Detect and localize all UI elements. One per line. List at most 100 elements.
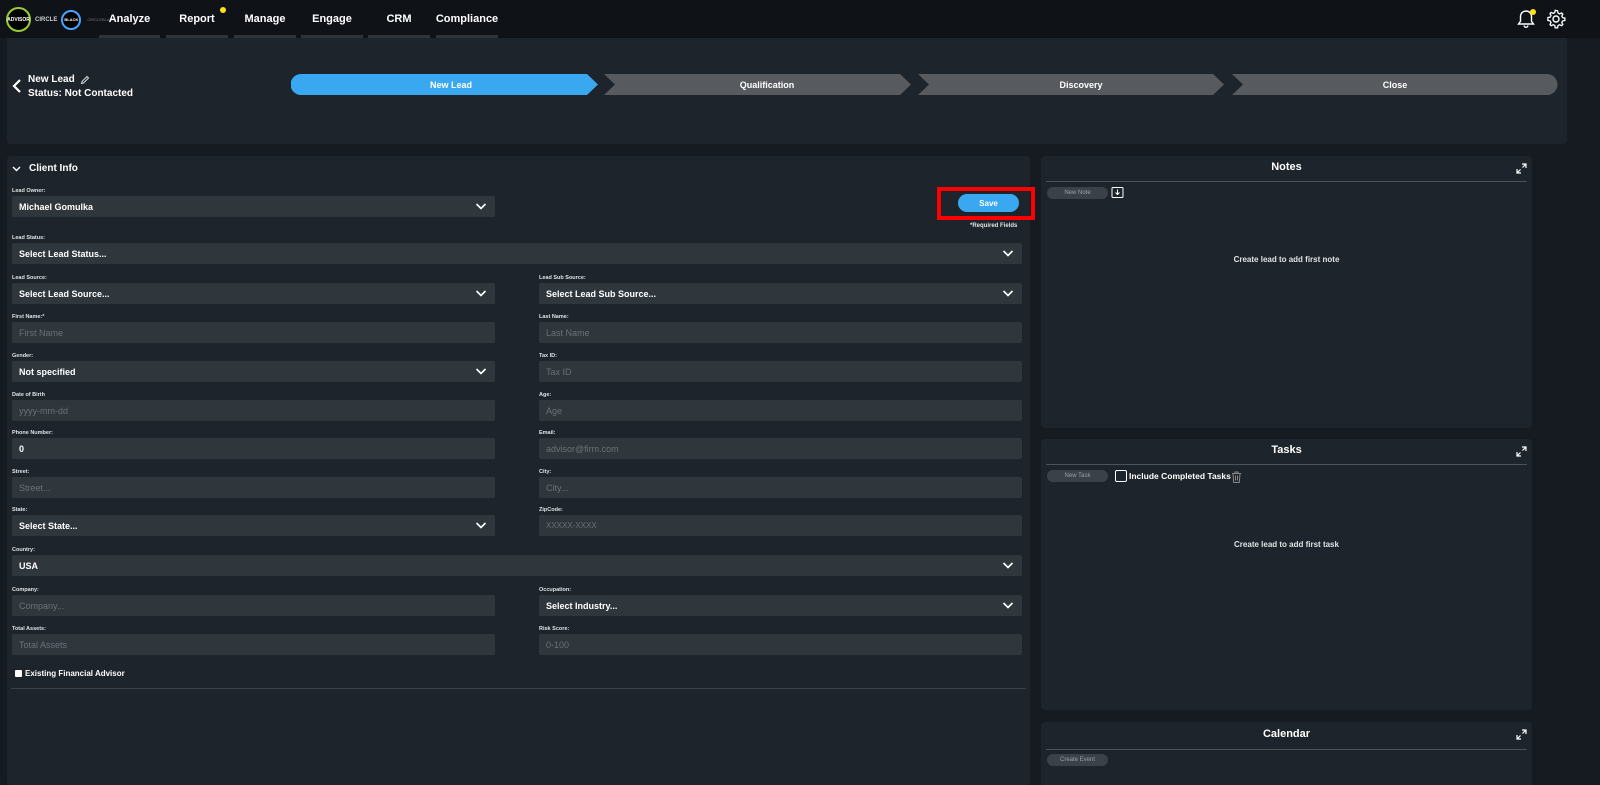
chevron-down-icon [1002, 290, 1014, 297]
lead-source-select[interactable]: Select Lead Source... [12, 283, 495, 304]
chevron-down-icon [475, 522, 487, 529]
import-note-icon[interactable] [1111, 186, 1124, 199]
chevron-down-icon [475, 368, 487, 375]
new-task-button[interactable]: New Task [1047, 470, 1108, 482]
chevron-down-icon [1002, 250, 1014, 257]
phone-label: Phone Number: [12, 430, 53, 436]
street-label: Street: [12, 469, 30, 475]
chevron-down-icon [1002, 602, 1014, 609]
report-notification-dot [220, 7, 226, 13]
lead-sub-source-label: Lead Sub Source: [539, 275, 586, 281]
city-input[interactable]: City... [539, 477, 1022, 498]
advisor-logo-icon: ADVISOR [6, 7, 31, 32]
lead-owner-select[interactable]: Michael Gomulka [12, 196, 495, 217]
tax-id-label: Tax ID: [539, 353, 557, 359]
chevron-down-icon [475, 203, 487, 210]
logo-text: CIRCLE [35, 16, 58, 23]
nav-engage[interactable]: Engage [301, 0, 363, 38]
notes-title: Notes [1271, 161, 1302, 173]
expand-icon[interactable] [1516, 729, 1527, 740]
lead-status-label: Lead Status: [12, 235, 46, 241]
expand-icon[interactable] [1516, 163, 1527, 174]
nav-report[interactable]: Report [166, 0, 228, 38]
new-note-button[interactable]: New Note [1047, 187, 1108, 199]
country-label: Country: [12, 547, 35, 553]
include-completed-label: Include Completed Tasks [1129, 471, 1231, 481]
total-assets-label: Total Assets: [12, 626, 46, 632]
expand-icon[interactable] [1516, 446, 1527, 457]
notes-panel: Notes New Note Create lead to add first … [1041, 156, 1532, 428]
include-completed-checkbox[interactable] [1115, 470, 1127, 482]
age-label: Age: [539, 392, 552, 398]
last-name-label: Last Name: [539, 314, 569, 320]
bell-icon[interactable] [1515, 8, 1537, 30]
circleblack-logo-icon: BLACK [61, 9, 82, 30]
country-select[interactable]: USA [12, 555, 1022, 576]
tasks-title: Tasks [1271, 444, 1302, 456]
street-input[interactable]: Street... [12, 477, 495, 498]
lead-owner-label: Lead Owner: [12, 188, 46, 194]
nav-manage[interactable]: Manage [234, 0, 296, 38]
stage-new-lead[interactable]: New Lead [301, 74, 601, 95]
stage-discovery[interactable]: Discovery [928, 74, 1234, 95]
existing-advisor-row[interactable]: Existing Financial Advisor [15, 669, 125, 678]
collapse-chevron-icon [12, 166, 21, 171]
calendar-panel: Calendar Create Event [1041, 722, 1532, 785]
notes-empty-message: Create lead to add first note [1233, 255, 1340, 264]
calendar-title: Calendar [1262, 728, 1311, 740]
gender-value: Not specified [19, 366, 76, 377]
trash-icon[interactable] [1230, 470, 1243, 484]
notes-divider [1046, 181, 1527, 182]
age-input[interactable]: Age [539, 400, 1022, 421]
company-input[interactable]: Company... [12, 595, 495, 616]
dob-label: Date of Birth [12, 392, 45, 398]
tasks-panel: Tasks New Task Include Completed Tasks C… [1041, 439, 1532, 710]
calendar-divider [1046, 749, 1527, 750]
required-fields-note: *Required Fields [970, 223, 1018, 229]
lead-status: Status: Not Contacted [28, 88, 133, 99]
create-event-button[interactable]: Create Event [1047, 754, 1108, 766]
nav-compliance[interactable]: Compliance [436, 0, 498, 38]
risk-score-input[interactable]: 0-100 [539, 634, 1022, 655]
first-name-input[interactable]: First Name [12, 322, 495, 343]
email-input[interactable]: advisor@firm.com [539, 438, 1022, 459]
existing-advisor-checkbox[interactable] [15, 670, 22, 677]
nav-analyze[interactable]: Analyze [99, 0, 160, 38]
client-info-header[interactable]: Client Info [12, 163, 78, 174]
stage-close[interactable]: Close [1242, 74, 1548, 95]
gear-icon[interactable] [1545, 8, 1567, 30]
dob-input[interactable]: yyyy-mm-dd [12, 400, 495, 421]
lead-status-select[interactable]: Select Lead Status... [12, 243, 1022, 264]
city-label: City: [539, 469, 552, 475]
zip-input[interactable]: XXXXX-XXXX [539, 515, 1022, 536]
last-name-input[interactable]: Last Name [539, 322, 1022, 343]
pencil-icon[interactable] [80, 75, 90, 85]
lead-sub-source-select[interactable]: Select Lead Sub Source... [539, 283, 1022, 304]
lead-source-value: Select Lead Source... [19, 288, 110, 299]
total-assets-input[interactable]: Total Assets [12, 634, 495, 655]
gender-label: Gender: [12, 353, 34, 359]
back-chevron-icon[interactable] [11, 78, 23, 94]
lead-owner-value: Michael Gomulka [19, 201, 94, 212]
nav-crm[interactable]: CRM [368, 0, 430, 38]
tax-id-input[interactable]: Tax ID [539, 361, 1022, 382]
country-value: USA [19, 560, 39, 571]
lead-status-value: Select Lead Status... [19, 248, 107, 259]
state-select[interactable]: Select State... [12, 515, 495, 536]
chevron-down-icon [1002, 562, 1014, 569]
stage-qualification[interactable]: Qualification [614, 74, 920, 95]
chevron-down-icon [475, 290, 487, 297]
gender-select[interactable]: Not specified [12, 361, 495, 382]
existing-advisor-label: Existing Financial Advisor [25, 669, 125, 678]
risk-score-label: Risk Score: [539, 626, 570, 632]
lead-source-label: Lead Source: [12, 275, 47, 281]
client-info-title: Client Info [29, 163, 78, 174]
first-name-label: First Name:* [12, 314, 45, 320]
zip-label: ZipCode: [539, 507, 563, 513]
lead-title-text: New Lead [28, 74, 75, 85]
lead-title: New Lead [28, 74, 90, 85]
save-button[interactable]: Save [958, 194, 1019, 212]
phone-input[interactable]: 0 [12, 438, 495, 459]
top-nav-bar: ADVISOR CIRCLE BLACK CIRCLEBLACK Analyze… [0, 0, 1600, 38]
occupation-select[interactable]: Select Industry... [539, 595, 1022, 616]
